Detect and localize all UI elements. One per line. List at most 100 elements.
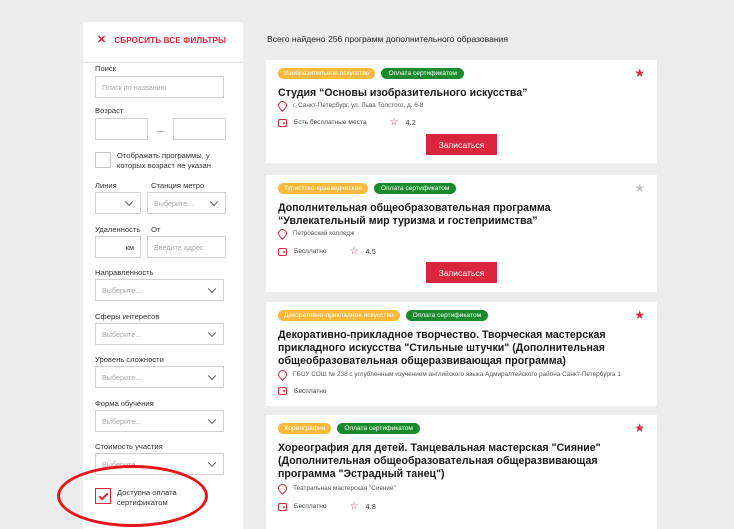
- category-badge: Туристско-краеведческая: [278, 183, 368, 194]
- age-label: Возраст: [95, 106, 124, 115]
- program-title[interactable]: Хореография для детей. Танцевальная маст…: [278, 442, 623, 482]
- direction-label: Направленность: [95, 268, 154, 277]
- price-text: Бесплатно: [294, 503, 327, 510]
- enroll-button[interactable]: Записаться: [426, 262, 497, 283]
- rating-value: 4.5: [365, 247, 376, 256]
- program-card[interactable]: Изобразительное искусство Оплата сертифи…: [266, 60, 657, 163]
- metro-station-select[interactable]: Выберите...: [147, 192, 226, 214]
- cost-select[interactable]: Выберите...: [95, 453, 224, 475]
- star-icon: ☆: [349, 246, 359, 257]
- star-icon[interactable]: ★: [634, 181, 645, 195]
- location-pin-icon: [278, 370, 285, 379]
- program-address: Петровский колледж: [278, 229, 354, 238]
- address-text: г. Санкт-Петербург, ул. Льва Толстого, д…: [293, 102, 424, 109]
- star-icon: ☆: [349, 501, 359, 512]
- program-title[interactable]: Дополнительная общеобразовательная прогр…: [278, 202, 638, 228]
- form-label: Форма обучения: [95, 399, 154, 408]
- reset-filters-label: СБРОСИТЬ ВСЕ ФИЛЬТРЫ: [114, 36, 227, 45]
- reset-filters-button[interactable]: ✕ СБРОСИТЬ ВСЕ ФИЛЬТРЫ: [97, 35, 226, 46]
- program-address: г. Санкт-Петербург, ул. Льва Толстого, д…: [278, 101, 423, 110]
- category-badge: Хореография: [278, 423, 332, 434]
- search-input[interactable]: Поиск по названию: [95, 76, 224, 98]
- address-text: Театральная мастерская "Сияние": [293, 485, 396, 492]
- program-address: ГБОУ СОШ № 238 с углубленным изучением а…: [278, 370, 621, 379]
- wallet-icon: [278, 247, 287, 256]
- chevron-down-icon: [209, 197, 219, 207]
- checkmark-icon: [98, 490, 109, 501]
- star-icon[interactable]: ★: [634, 308, 645, 322]
- program-meta: Бесплатно ☆ 4.5: [278, 246, 376, 257]
- interests-placeholder: Выберите...: [102, 329, 142, 339]
- wallet-icon: [278, 502, 287, 511]
- age-from-input[interactable]: [95, 118, 148, 140]
- program-meta: Бесплатно: [278, 387, 327, 395]
- from-address-placeholder: Введите адрес: [154, 242, 204, 252]
- metro-line-select[interactable]: [95, 192, 141, 214]
- star-icon[interactable]: ★: [634, 66, 645, 80]
- certificate-badge: Оплата сертификатом: [337, 423, 420, 434]
- direction-placeholder: Выберите...: [102, 285, 142, 295]
- certificate-badge: Оплата сертификатом: [381, 68, 464, 79]
- certificate-label: Доступна оплата сертификатом: [117, 488, 177, 508]
- age-separator: —: [157, 126, 165, 135]
- category-badge: Изобразительное искусство: [278, 68, 376, 79]
- chevron-down-icon: [124, 197, 134, 207]
- metro-station-label: Станция метро: [151, 181, 205, 190]
- price-text: Есть бесплатные места: [294, 119, 367, 126]
- program-card[interactable]: Декоративно-прикладное искусство Оплата …: [266, 302, 657, 406]
- divider: [83, 62, 243, 63]
- from-address-input[interactable]: Введите адрес: [147, 236, 226, 258]
- age-unknown-checkbox[interactable]: [95, 152, 111, 168]
- age-to-input[interactable]: [173, 118, 226, 140]
- distance-label: Удаленность: [95, 225, 141, 234]
- chevron-down-icon: [207, 284, 217, 294]
- interests-label: Сферы интересов: [95, 312, 160, 321]
- enroll-button[interactable]: Записаться: [426, 134, 497, 155]
- rating-value: 4.2: [405, 118, 416, 127]
- location-pin-icon: [278, 484, 285, 493]
- level-select[interactable]: Выберите...: [95, 366, 224, 388]
- form-select[interactable]: Выберите...: [95, 410, 224, 432]
- chevron-down-icon: [207, 371, 217, 381]
- metro-line-label: Линия: [95, 181, 117, 190]
- chevron-down-icon: [207, 415, 217, 425]
- category-badge: Декоративно-прикладное искусство: [278, 310, 400, 321]
- cost-placeholder: Выберите...: [102, 459, 142, 469]
- close-icon: ✕: [97, 34, 107, 46]
- interests-select[interactable]: Выберите...: [95, 323, 224, 345]
- program-meta: Есть бесплатные места ☆ 4.2: [278, 117, 416, 128]
- chevron-down-icon: [207, 328, 217, 338]
- cost-label: Стоимость участия: [95, 442, 163, 451]
- location-pin-icon: [278, 101, 285, 110]
- direction-select[interactable]: Выберите...: [95, 279, 224, 301]
- certificate-checkbox[interactable]: [95, 488, 111, 504]
- program-card[interactable]: Туристско-краеведческая Оплата сертифика…: [266, 175, 657, 292]
- program-address: Театральная мастерская "Сияние": [278, 484, 396, 493]
- distance-unit: км: [125, 242, 134, 252]
- level-label: Уровень сложности: [95, 355, 164, 364]
- certificate-badge: Оплата сертификатом: [373, 183, 457, 194]
- level-placeholder: Выберите...: [102, 372, 142, 382]
- filters-sidebar: ✕ СБРОСИТЬ ВСЕ ФИЛЬТРЫ Поиск Поиск по на…: [83, 22, 243, 529]
- wallet-icon: [278, 118, 287, 127]
- age-unknown-label: Отображать программы, у которых возраст …: [117, 151, 211, 171]
- location-pin-icon: [278, 229, 285, 238]
- address-text: Петровский колледж: [293, 230, 355, 237]
- results-count: Всего найдено 256 программ дополнительно…: [267, 34, 509, 44]
- distance-input[interactable]: км: [95, 236, 141, 258]
- from-label: От: [151, 225, 161, 234]
- star-icon[interactable]: ★: [634, 421, 645, 435]
- program-title[interactable]: Декоративно-прикладное творчество. Творч…: [278, 329, 623, 369]
- program-card[interactable]: Хореография Оплата сертификатом ★ Хореог…: [266, 415, 657, 529]
- price-text: Бесплатно: [294, 248, 327, 255]
- certificate-badge: Оплата сертификатом: [405, 310, 489, 321]
- metro-station-placeholder: Выберите...: [154, 198, 194, 208]
- rating-value: 4.8: [365, 502, 376, 511]
- program-meta: Бесплатно ☆ 4.8: [278, 501, 376, 512]
- star-icon: ☆: [389, 117, 399, 128]
- price-text: Бесплатно: [294, 387, 327, 395]
- search-label: Поиск: [95, 64, 117, 73]
- wallet-icon: [278, 387, 287, 395]
- program-title[interactable]: Студия “Основы изобразительного искусств…: [278, 87, 623, 100]
- address-text: ГБОУ СОШ № 238 с углубленным изучением а…: [293, 371, 621, 378]
